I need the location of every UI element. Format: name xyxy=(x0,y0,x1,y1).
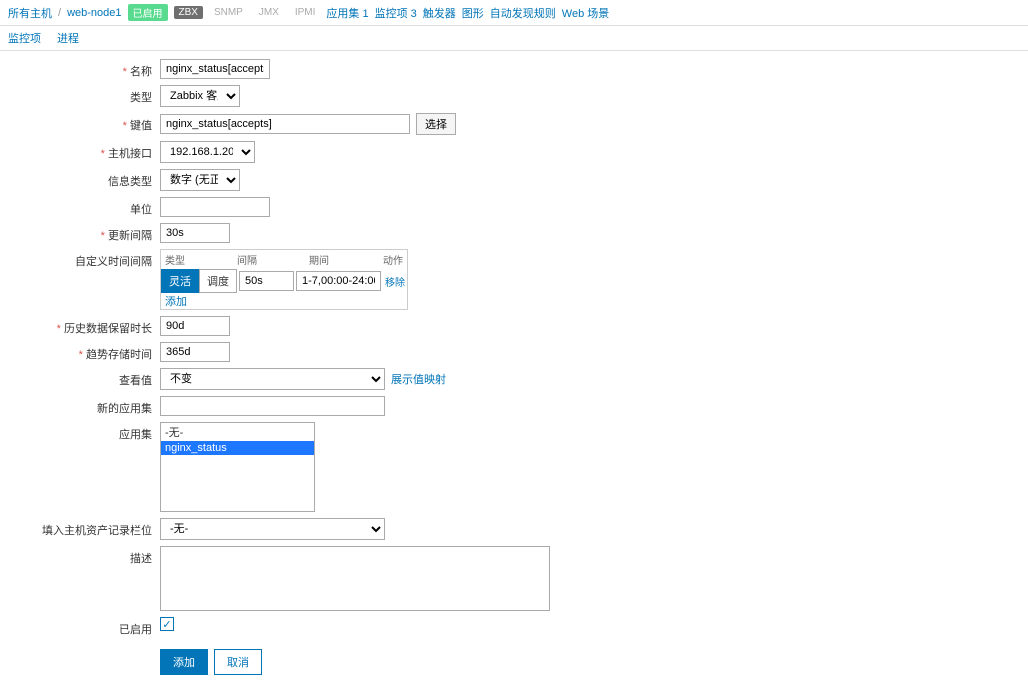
ipmi-badge: IPMI xyxy=(290,6,321,19)
toggle-scheduling[interactable]: 调度 xyxy=(199,269,237,293)
breadcrumb-discovery[interactable]: 自动发现规则 xyxy=(490,5,556,21)
breadcrumb: 所有主机 / web-node1 已启用 ZBX SNMP JMX IPMI 应… xyxy=(0,0,1028,26)
show-value-select[interactable]: 不变 xyxy=(160,368,385,390)
type-select[interactable]: Zabbix 客户端 xyxy=(160,85,240,107)
update-interval-input[interactable] xyxy=(160,223,230,243)
new-app-input[interactable] xyxy=(160,396,385,416)
description-label: 描述 xyxy=(0,546,160,566)
units-label: 单位 xyxy=(0,197,160,217)
host-interface-label: 主机接口 xyxy=(0,141,160,161)
type-label: 类型 xyxy=(0,85,160,105)
key-select-button[interactable]: 选择 xyxy=(416,113,456,135)
breadcrumb-graphs[interactable]: 图形 xyxy=(462,5,484,21)
interval-remove-link[interactable]: 移除 xyxy=(381,274,405,289)
interval-value-input[interactable] xyxy=(239,271,294,291)
breadcrumb-items[interactable]: 监控项 3 xyxy=(375,5,417,21)
breadcrumb-host[interactable]: web-node1 xyxy=(67,7,121,19)
col-action: 动作 xyxy=(377,252,407,267)
item-form: 名称 类型 Zabbix 客户端 键值 选择 主机接口 192.168.1.20… xyxy=(0,51,1028,683)
enabled-label: 已启用 xyxy=(0,617,160,637)
populates-label: 填入主机资产记录栏位 xyxy=(0,518,160,538)
breadcrumb-all-hosts[interactable]: 所有主机 xyxy=(8,5,52,21)
cancel-button[interactable]: 取消 xyxy=(214,649,262,675)
name-input[interactable] xyxy=(160,59,270,79)
key-input[interactable] xyxy=(160,114,410,134)
tab-process[interactable]: 进程 xyxy=(57,30,79,46)
breadcrumb-applications[interactable]: 应用集 1 xyxy=(326,5,368,21)
new-app-label: 新的应用集 xyxy=(0,396,160,416)
host-interface-select[interactable]: 192.168.1.20 : 10050 xyxy=(160,141,255,163)
populates-select[interactable]: -无- xyxy=(160,518,385,540)
trends-input[interactable] xyxy=(160,342,230,362)
description-textarea[interactable] xyxy=(160,546,550,611)
app-option-nginx-status[interactable]: nginx_status xyxy=(161,441,314,455)
show-value-label: 查看值 xyxy=(0,368,160,388)
custom-interval-table: 类型 间隔 期间 动作 灵活 调度 移除 添加 xyxy=(160,249,408,310)
tab-item[interactable]: 监控项 xyxy=(8,30,41,46)
enabled-checkbox[interactable]: ✓ xyxy=(160,617,174,631)
status-enabled-badge: 已启用 xyxy=(128,4,168,21)
toggle-flexible[interactable]: 灵活 xyxy=(161,269,199,293)
snmp-badge: SNMP xyxy=(209,6,248,19)
tabs: 监控项 进程 xyxy=(0,26,1028,51)
breadcrumb-triggers[interactable]: 触发器 xyxy=(423,5,456,21)
history-input[interactable] xyxy=(160,316,230,336)
applications-listbox[interactable]: -无- nginx_status xyxy=(160,422,315,512)
trends-label: 趋势存储时间 xyxy=(0,342,160,362)
col-type: 类型 xyxy=(161,252,233,267)
col-period: 期间 xyxy=(305,252,377,267)
key-label: 键值 xyxy=(0,113,160,133)
applications-label: 应用集 xyxy=(0,422,160,442)
interval-period-input[interactable] xyxy=(296,271,381,291)
update-interval-label: 更新间隔 xyxy=(0,223,160,243)
jmx-badge: JMX xyxy=(254,6,284,19)
name-label: 名称 xyxy=(0,59,160,79)
breadcrumb-sep: / xyxy=(58,7,61,19)
app-option-none[interactable]: -无- xyxy=(161,423,314,441)
col-interval: 间隔 xyxy=(233,252,305,267)
zbx-badge: ZBX xyxy=(174,6,203,19)
breadcrumb-web[interactable]: Web 场景 xyxy=(562,5,609,21)
interval-type-toggle[interactable]: 灵活 调度 xyxy=(161,269,237,293)
custom-interval-label: 自定义时间间隔 xyxy=(0,249,160,269)
history-label: 历史数据保留时长 xyxy=(0,316,160,336)
add-button[interactable]: 添加 xyxy=(160,649,208,675)
info-type-label: 信息类型 xyxy=(0,169,160,189)
show-value-map-link[interactable]: 展示值映射 xyxy=(391,371,446,387)
interval-add-link[interactable]: 添加 xyxy=(161,294,191,310)
units-input[interactable] xyxy=(160,197,270,217)
info-type-select[interactable]: 数字 (无正负) xyxy=(160,169,240,191)
